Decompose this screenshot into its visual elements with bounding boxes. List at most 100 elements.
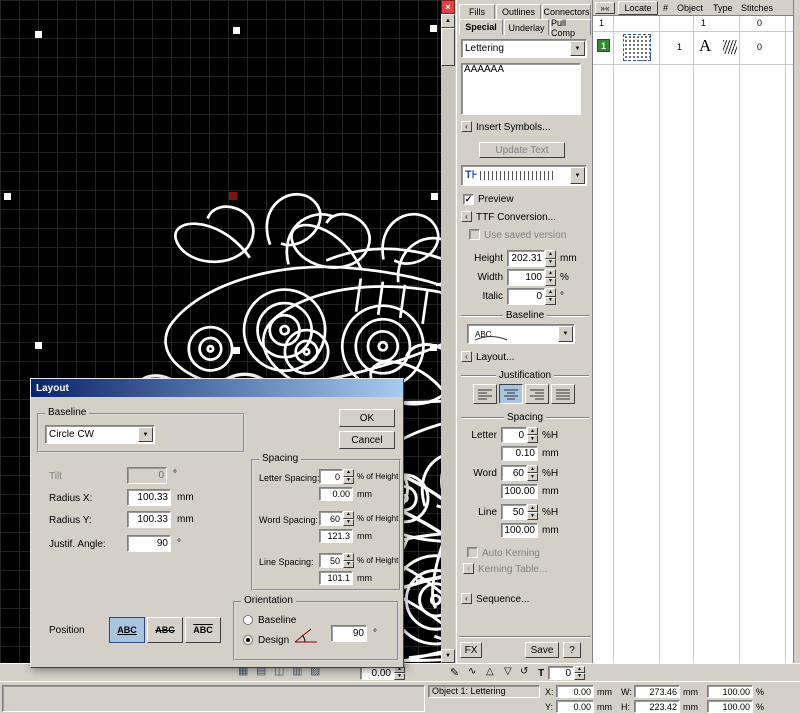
orientation-design-radio[interactable] xyxy=(243,635,253,645)
tab-outlines[interactable]: Outlines xyxy=(496,4,541,19)
dialog-titlebar[interactable]: Layout xyxy=(31,379,403,397)
zoom-y-input[interactable] xyxy=(707,700,753,713)
word-pct-spinner[interactable]: ▲▼ xyxy=(343,511,354,526)
letter-mm-input[interactable] xyxy=(501,446,538,461)
height-spinner[interactable]: ▲▼ xyxy=(545,250,556,267)
line-pct-input[interactable] xyxy=(319,553,343,568)
justify-right-button[interactable] xyxy=(525,384,549,404)
rotate-icon[interactable]: ↺ xyxy=(520,666,528,677)
justify-full-button[interactable] xyxy=(551,384,575,404)
close-icon[interactable]: × xyxy=(441,0,455,14)
canvas-vertical-scrollbar[interactable]: × ▲ ▼ xyxy=(441,0,455,663)
ttf-conversion-button[interactable]: TTF Conversion... xyxy=(476,212,556,223)
selection-handle[interactable] xyxy=(431,193,438,200)
baseline-select[interactable]: Circle CW ▼ xyxy=(45,425,155,444)
column-header-stitches[interactable]: Stitches xyxy=(741,3,773,13)
orientation-baseline-radio[interactable] xyxy=(243,615,253,625)
word-pct-spinner[interactable]: ▲▼ xyxy=(527,465,538,481)
column-header-object[interactable]: Object xyxy=(677,3,703,13)
chevron-down-icon[interactable]: ▼ xyxy=(138,427,153,442)
letter-pct-input[interactable] xyxy=(319,469,343,484)
radius-y-input[interactable] xyxy=(127,511,171,528)
kerning-table-button[interactable]: Kerning Table... xyxy=(478,564,547,575)
tab-pull-comp[interactable]: Pull Comp xyxy=(550,19,591,35)
tab-underlay[interactable]: Underlay xyxy=(504,19,549,35)
orientation-baseline-label[interactable]: Baseline xyxy=(258,615,296,626)
selection-handle[interactable] xyxy=(35,342,42,349)
h-input[interactable] xyxy=(634,700,680,713)
collapse-chevron-icon[interactable]: ‹ xyxy=(461,593,472,604)
preview-checkbox[interactable]: ✓ xyxy=(463,194,474,205)
w-input[interactable] xyxy=(634,685,680,698)
justif-angle-input[interactable] xyxy=(127,535,171,552)
position-baseline-below-button[interactable]: ABC xyxy=(109,617,145,643)
selection-handle[interactable] xyxy=(4,193,11,200)
object-type-select[interactable]: Lettering ▼ xyxy=(461,39,587,58)
width-spinner[interactable]: ▲▼ xyxy=(545,269,556,286)
t-value-spinner[interactable]: ▲▼ xyxy=(574,666,585,680)
chevron-down-icon[interactable]: ▼ xyxy=(570,167,585,184)
position-baseline-middle-button[interactable]: ABC xyxy=(147,617,183,643)
locate-button[interactable]: Locate xyxy=(618,1,658,15)
collapse-panel-icon[interactable]: »« xyxy=(595,2,615,14)
line-pct-spinner[interactable]: ▲▼ xyxy=(343,553,354,568)
tilt-input[interactable] xyxy=(127,467,167,484)
scroll-down-icon[interactable]: ▼ xyxy=(441,649,455,663)
width-input[interactable] xyxy=(507,269,545,286)
baseline-type-select[interactable]: ABC ▼ xyxy=(467,324,575,344)
cancel-button[interactable]: Cancel xyxy=(339,431,395,449)
line-mm-input[interactable] xyxy=(501,523,538,538)
down-triangle-icon[interactable]: ▽ xyxy=(504,666,512,677)
column-header-type[interactable]: Type xyxy=(713,3,733,13)
toolbar-value-spinner[interactable]: ▲▼ xyxy=(394,666,405,680)
sequence-button[interactable]: Sequence... xyxy=(476,594,529,605)
line-pct-input[interactable] xyxy=(501,504,527,520)
chevron-down-icon[interactable]: ▼ xyxy=(558,326,573,342)
selection-handle[interactable] xyxy=(430,25,437,32)
selection-handle[interactable] xyxy=(233,347,240,354)
thread-icon[interactable]: ∿ xyxy=(468,666,476,677)
letter-mm-input[interactable] xyxy=(319,487,353,501)
update-text-button[interactable]: Update Text xyxy=(479,142,565,158)
object-thumbnail[interactable] xyxy=(623,34,651,61)
position-baseline-above-button[interactable]: ABC xyxy=(185,617,221,643)
scroll-up-icon[interactable]: ▲ xyxy=(441,14,455,28)
line-mm-input[interactable] xyxy=(319,571,353,585)
word-mm-input[interactable] xyxy=(501,484,538,499)
toolbar-value-input[interactable] xyxy=(360,666,394,680)
ok-button[interactable]: OK xyxy=(339,409,395,427)
y-input[interactable] xyxy=(556,700,594,713)
tab-fills[interactable]: Fills xyxy=(459,4,495,19)
height-input[interactable] xyxy=(507,250,545,267)
object-row[interactable]: 1 1 A 0 xyxy=(593,31,794,64)
fx-button[interactable]: FX xyxy=(460,642,482,658)
use-saved-version-checkbox[interactable] xyxy=(469,229,480,240)
font-select[interactable]: T⊦ ▼ xyxy=(461,165,587,186)
lettering-text-input[interactable]: AAAAAA xyxy=(461,63,581,115)
up-triangle-icon[interactable]: △ xyxy=(486,666,494,677)
column-header-number[interactable]: # xyxy=(663,3,668,13)
orientation-angle-input[interactable] xyxy=(331,625,367,642)
collapse-chevron-icon[interactable]: ‹ xyxy=(463,563,474,574)
justify-left-button[interactable] xyxy=(473,384,497,404)
save-button[interactable]: Save xyxy=(525,642,559,658)
word-pct-input[interactable] xyxy=(319,511,343,526)
t-value-input[interactable] xyxy=(548,666,574,680)
needle-icon[interactable]: ✎ xyxy=(450,666,459,679)
insert-symbols-button[interactable]: Insert Symbols... xyxy=(476,122,550,133)
radius-x-input[interactable] xyxy=(127,489,171,506)
collapse-chevron-icon[interactable]: ‹ xyxy=(461,211,472,222)
scrollbar-thumb[interactable] xyxy=(441,28,455,66)
letter-pct-spinner[interactable]: ▲▼ xyxy=(527,427,538,443)
italic-input[interactable] xyxy=(507,288,545,305)
word-pct-input[interactable] xyxy=(501,465,527,481)
justify-center-button[interactable] xyxy=(499,384,523,404)
line-pct-spinner[interactable]: ▲▼ xyxy=(527,504,538,520)
group-summary-row[interactable]: 1 1 0 xyxy=(593,16,794,31)
layout-button[interactable]: Layout... xyxy=(476,352,514,363)
word-mm-input[interactable] xyxy=(319,529,353,543)
italic-spinner[interactable]: ▲▼ xyxy=(545,288,556,305)
chevron-down-icon[interactable]: ▼ xyxy=(570,41,585,56)
auto-kerning-checkbox[interactable] xyxy=(467,547,478,558)
letter-pct-spinner[interactable]: ▲▼ xyxy=(343,469,354,484)
